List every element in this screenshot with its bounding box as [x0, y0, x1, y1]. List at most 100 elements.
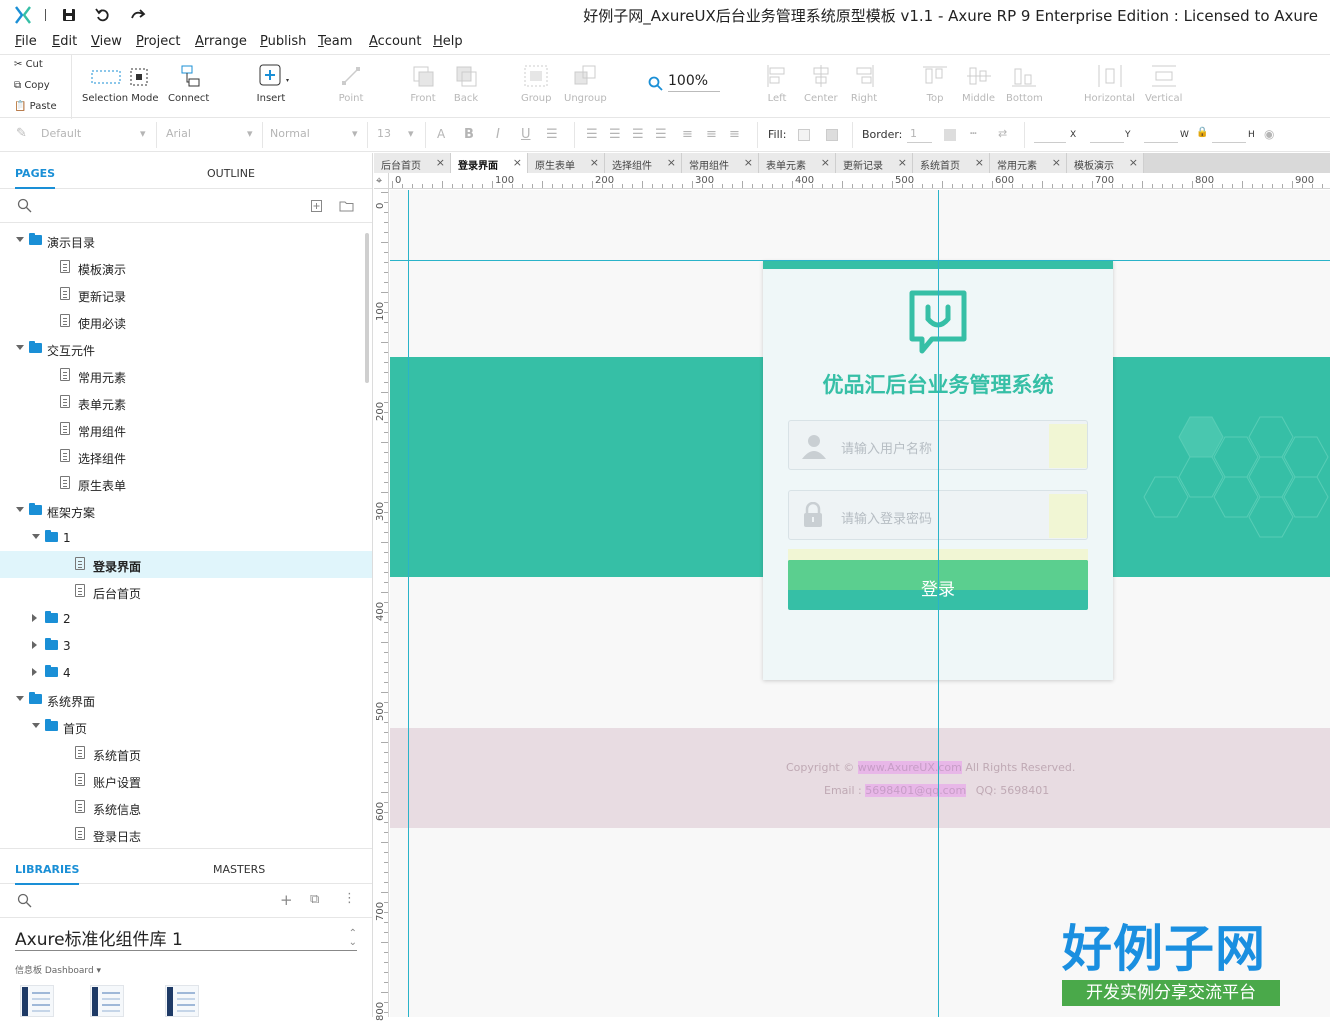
weight-select[interactable]: Normal [270, 127, 310, 140]
chevron-down-icon[interactable] [16, 345, 24, 350]
document-tab[interactable]: 常用元素 × [990, 153, 1067, 173]
close-icon[interactable]: × [1129, 156, 1138, 169]
tree-folder[interactable]: 框架方案 [0, 497, 372, 524]
document-tab[interactable]: 更新记录 × [836, 153, 913, 173]
tree-folder[interactable]: 2 [0, 605, 372, 632]
library-widget-thumbnail[interactable] [90, 985, 124, 1017]
tree-page[interactable]: 更新记录 [0, 281, 372, 308]
tree-page[interactable]: 后台首页 [0, 578, 372, 605]
font-select[interactable]: Arial [166, 127, 191, 140]
undo-icon[interactable] [94, 6, 112, 24]
email-link[interactable]: 5698401@qq.com [865, 784, 967, 797]
tree-page[interactable]: 选择组件 [0, 443, 372, 470]
chevron-down-icon[interactable] [16, 507, 24, 512]
horizontal-ruler[interactable]: 0 100 200 300 400 500 600 700 800 900 [389, 173, 1330, 189]
menu-help[interactable]: Help [433, 34, 463, 49]
tree-folder[interactable]: 1 [0, 524, 372, 551]
search-icon[interactable] [17, 198, 33, 214]
chevron-down-icon[interactable] [32, 534, 40, 539]
tree-page[interactable]: 常用元素 [0, 362, 372, 389]
tree-folder[interactable]: 交互元件 [0, 335, 372, 362]
font-color-icon[interactable]: A [437, 127, 445, 141]
tree-page[interactable]: 登录界面 [0, 551, 372, 578]
border-color-swatch[interactable] [944, 129, 956, 141]
close-icon[interactable]: × [975, 156, 984, 169]
menu-team[interactable]: Team [318, 34, 352, 49]
ruler-corner[interactable]: ⌖ [374, 173, 389, 189]
group-button[interactable]: Group [521, 63, 551, 104]
close-icon[interactable]: × [898, 156, 907, 169]
add-library-icon[interactable]: + [280, 891, 293, 909]
tab-outline[interactable]: OUTLINE [207, 167, 255, 180]
close-icon[interactable]: × [1052, 156, 1061, 169]
tree-page[interactable]: 使用必读 [0, 308, 372, 335]
document-tab[interactable]: 原生表单 × [528, 153, 605, 173]
menu-publish[interactable]: Publish [260, 34, 306, 49]
menu-account[interactable]: Account [369, 34, 422, 49]
tree-folder[interactable]: 首页 [0, 713, 372, 740]
style-select[interactable]: Default [41, 127, 81, 140]
menu-project[interactable]: Project [136, 34, 181, 49]
document-tab[interactable]: 系统首页 × [913, 153, 990, 173]
tab-masters[interactable]: MASTERS [213, 863, 265, 876]
align-text-justify-icon[interactable]: ☰ [655, 127, 667, 142]
library-select[interactable]: Axure标准化组件库 1 ⌃ ⌄ [15, 925, 357, 951]
chevron-right-icon[interactable] [32, 641, 37, 649]
visibility-icon[interactable]: ◉ [1264, 127, 1274, 141]
menu-view[interactable]: View [91, 34, 122, 49]
more-options-icon[interactable]: ⋮ [343, 891, 356, 906]
document-tab[interactable]: 表单元素 × [759, 153, 836, 173]
chevron-down-icon[interactable] [16, 696, 24, 701]
close-icon[interactable]: × [513, 156, 522, 169]
tree-folder[interactable]: 演示目录 [0, 227, 372, 254]
pages-scrollbar[interactable] [365, 233, 369, 383]
insert-button[interactable]: Insert [256, 63, 289, 104]
library-copy-icon[interactable]: ⧉ [310, 892, 319, 907]
design-canvas[interactable]: Copyright © www.AxureUX.com All Rights R… [390, 190, 1330, 1017]
document-tab[interactable]: 后台首页 × [374, 153, 451, 173]
align-center-button[interactable]: Center [804, 63, 838, 104]
selection-mode-button[interactable]: Selection Mode [82, 63, 159, 104]
close-icon[interactable]: × [436, 156, 445, 169]
close-icon[interactable]: × [821, 156, 830, 169]
vertical-guide[interactable] [408, 190, 409, 1017]
copy-button[interactable]: ⧉ Copy [14, 80, 50, 91]
align-left-button[interactable]: Left [762, 63, 792, 104]
tree-page[interactable]: 模板演示 [0, 254, 372, 281]
cut-button[interactable]: ✂ Cut [14, 59, 43, 70]
tree-page[interactable]: 系统首页 [0, 740, 372, 767]
library-widget-thumbnail[interactable] [165, 985, 199, 1017]
lock-icon[interactable]: 🔒 [1196, 127, 1208, 138]
fill-shadow-swatch[interactable] [826, 129, 838, 141]
menu-file[interactable]: File [15, 34, 37, 49]
close-icon[interactable]: × [744, 156, 753, 169]
search-icon[interactable] [17, 893, 33, 909]
chevron-right-icon[interactable] [32, 614, 37, 622]
align-right-button[interactable]: Right [849, 63, 879, 104]
vertical-guide[interactable] [938, 190, 939, 1017]
tab-libraries[interactable]: LIBRARIES [15, 863, 80, 885]
point-button[interactable]: Point [336, 63, 366, 104]
document-tab[interactable]: 常用组件 × [682, 153, 759, 173]
tree-folder[interactable]: 3 [0, 632, 372, 659]
tree-folder[interactable]: 4 [0, 659, 372, 686]
border-arrow-icon[interactable]: ⇄ [998, 127, 1007, 140]
tree-folder[interactable]: 系统界面 [0, 686, 372, 713]
border-width-input[interactable]: 1 [910, 127, 917, 140]
vertical-ruler[interactable]: 0 100 200 300 400 500 600 700 800 [374, 189, 389, 1021]
chevron-down-icon[interactable] [32, 723, 40, 728]
bold-icon[interactable]: B [464, 127, 474, 142]
document-tab[interactable]: 模板演示 × [1067, 153, 1144, 173]
underline-icon[interactable]: U [521, 127, 531, 142]
distribute-horizontal-button[interactable]: Horizontal [1084, 63, 1135, 104]
tree-page[interactable]: 系统信息 [0, 794, 372, 821]
close-icon[interactable]: × [590, 156, 599, 169]
chevron-right-icon[interactable] [32, 668, 37, 676]
send-back-button[interactable]: Back [451, 63, 481, 104]
align-text-left-icon[interactable]: ☰ [586, 127, 598, 142]
tree-page[interactable]: 常用组件 [0, 416, 372, 443]
fill-color-swatch[interactable] [798, 129, 810, 141]
bring-front-button[interactable]: Front [408, 63, 438, 104]
library-category[interactable]: 信息板 Dashboard ▾ [15, 963, 101, 976]
site-link[interactable]: www.AxureUX.com [857, 761, 962, 774]
